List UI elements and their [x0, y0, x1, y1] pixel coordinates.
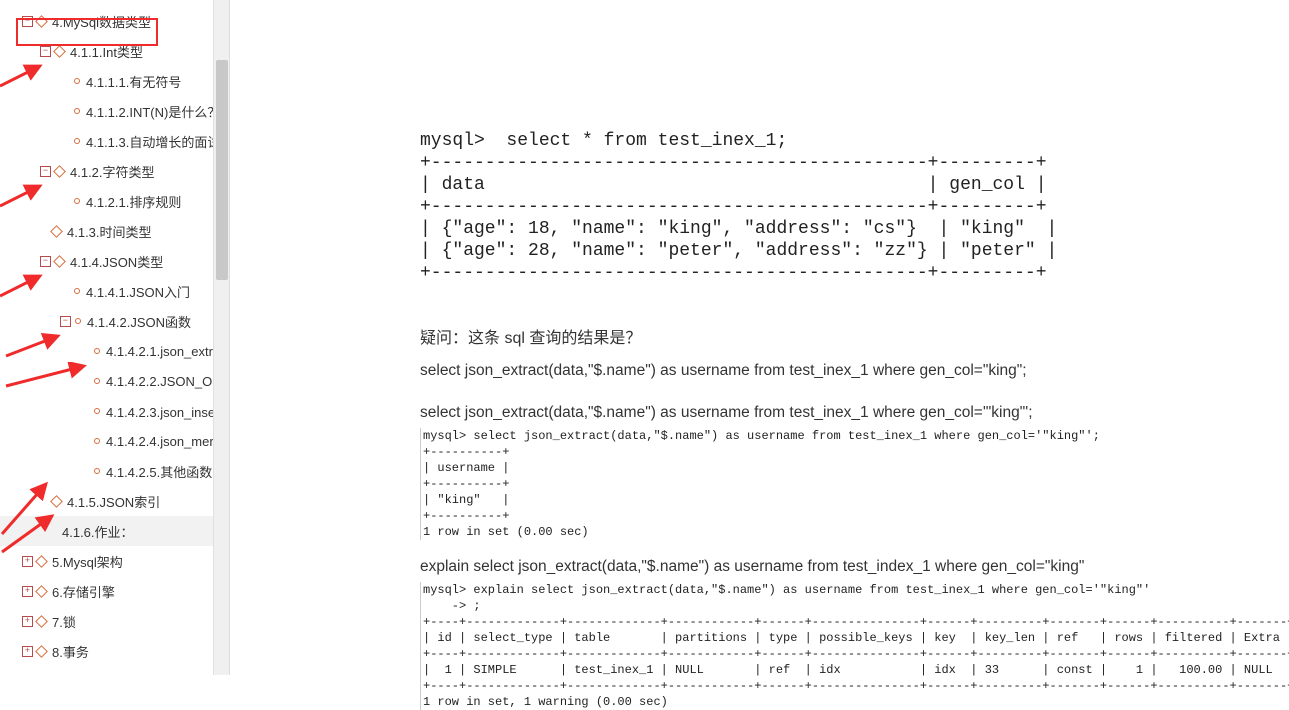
tree-item[interactable]: 5.Mysql架构 — [0, 546, 229, 576]
tree-item[interactable]: 4.1.1.Int类型 — [0, 36, 229, 66]
sql-statement-3: explain select json_extract(data,"$.name… — [420, 558, 1269, 576]
expand-icon[interactable] — [22, 616, 33, 627]
tree-item-label: 4.1.1.3.自动增长的面试题 — [86, 132, 229, 151]
sidebar-scrollbar[interactable] — [213, 0, 229, 675]
tree-item[interactable]: 7.锁 — [0, 606, 229, 636]
tree-item-label: 4.1.5.JSON索引 — [67, 492, 160, 511]
tree-item-label: 4.1.4.2.4.json_merge — [106, 434, 228, 449]
tree-item-label: 4.1.4.JSON类型 — [70, 252, 163, 271]
bullet-icon — [75, 318, 81, 324]
tree-item-label: 4.1.1.Int类型 — [70, 42, 143, 61]
collapse-icon[interactable] — [40, 166, 51, 177]
diamond-icon — [35, 15, 48, 28]
tree-item-label: 4.1.4.2.2.JSON_OBJE — [106, 374, 229, 389]
content-area: mysql> select * from test_inex_1; +-----… — [250, 0, 1289, 675]
collapse-icon[interactable] — [40, 256, 51, 267]
tree-item-label: 4.1.3.时间类型 — [67, 222, 152, 241]
tree: 4.MySql数据类型 4.1.1.Int类型 4.1.1.1.有无符号 4.1.1.… — [0, 0, 229, 666]
tree-item-label: 4.1.6.作业： — [62, 522, 134, 541]
diamond-icon — [35, 645, 48, 658]
tree-item[interactable]: 4.1.4.2.4.json_merge — [0, 426, 229, 456]
tree-item[interactable]: 4.1.1.3.自动增长的面试题 — [0, 126, 229, 156]
expand-icon[interactable] — [22, 646, 33, 657]
tree-item-label: 4.1.4.2.5.其他函数： — [106, 462, 225, 481]
tree-item[interactable]: 4.1.5.JSON索引 — [0, 486, 229, 516]
tree-item-label: 4.1.1.1.有无符号 — [86, 72, 181, 91]
tree-item-label: 4.1.4.1.JSON入门 — [86, 282, 190, 301]
sidebar: 4.MySql数据类型 4.1.1.Int类型 4.1.1.1.有无符号 4.1.1.… — [0, 0, 230, 675]
tree-item[interactable]: 4.1.4.2.1.json_extract — [0, 336, 229, 366]
tree-item[interactable]: 4.1.2.字符类型 — [0, 156, 229, 186]
tree-item-label: 4.1.2.1.排序规则 — [86, 192, 181, 211]
tree-item[interactable]: 4.1.4.2.3.json_insert 扌 — [0, 396, 229, 426]
bullet-icon — [74, 78, 80, 84]
tree-item-label: 4.1.1.2.INT(N)是什么？ — [86, 102, 220, 121]
expand-icon[interactable] — [22, 586, 33, 597]
tree-item-label: 4.1.4.2.JSON函数 — [87, 312, 191, 331]
tree-item[interactable]: 4.1.4.JSON类型 — [0, 246, 229, 276]
bullet-icon — [74, 138, 80, 144]
diamond-icon — [50, 225, 63, 238]
tree-item-label: 4.1.4.2.3.json_insert 扌 — [106, 402, 229, 421]
bullet-icon — [94, 468, 100, 474]
sql-result-block-2: mysql> select json_extract(data,"$.name"… — [420, 428, 1269, 540]
tree-item[interactable]: 8.事务 — [0, 636, 229, 666]
diamond-icon — [35, 585, 48, 598]
bullet-icon — [74, 108, 80, 114]
expand-icon[interactable] — [22, 556, 33, 567]
collapse-icon[interactable] — [40, 46, 51, 57]
bullet-icon — [94, 348, 100, 354]
tree-item-label: 7.锁 — [52, 612, 76, 631]
sql-result-block-3: mysql> explain select json_extract(data,… — [420, 582, 1269, 710]
scrollbar-thumb[interactable] — [216, 60, 228, 280]
tree-item[interactable]: 4.1.4.2.JSON函数 — [0, 306, 229, 336]
tree-item-label: 4.MySql数据类型 — [52, 12, 151, 31]
diamond-icon — [53, 165, 66, 178]
tree-item[interactable]: 4.1.4.2.5.其他函数： — [0, 456, 229, 486]
diamond-icon — [35, 615, 48, 628]
tree-item-label: 6.存储引擎 — [52, 582, 115, 601]
tree-item[interactable]: 4.MySql数据类型 — [0, 6, 229, 36]
diamond-icon — [53, 45, 66, 58]
tree-item[interactable]: 4.1.4.1.JSON入门 — [0, 276, 229, 306]
tree-item[interactable]: 4.1.1.2.INT(N)是什么？ — [0, 96, 229, 126]
bullet-icon — [94, 438, 100, 444]
tree-item-label: 4.1.2.字符类型 — [70, 162, 155, 181]
tree-item[interactable]: 4.1.4.2.2.JSON_OBJE — [0, 366, 229, 396]
tree-item-label: 8.事务 — [52, 642, 89, 661]
question-text: 疑问：这条 sql 查询的结果是？ — [420, 324, 1269, 348]
collapse-icon[interactable] — [60, 316, 71, 327]
bullet-icon — [94, 378, 100, 384]
collapse-icon[interactable] — [22, 16, 33, 27]
tree-item[interactable]: 4.1.1.1.有无符号 — [0, 66, 229, 96]
tree-item[interactable]: 4.1.6.作业： — [0, 516, 229, 546]
bullet-icon — [74, 288, 80, 294]
tree-item[interactable]: 4.1.2.1.排序规则 — [0, 186, 229, 216]
tree-item-label: 5.Mysql架构 — [52, 552, 123, 571]
diamond-icon — [50, 495, 63, 508]
diamond-icon — [35, 555, 48, 568]
bullet-icon — [94, 408, 100, 414]
bullet-icon — [74, 198, 80, 204]
tree-item[interactable]: 6.存储引擎 — [0, 576, 229, 606]
sql-result-block-1: mysql> select * from test_inex_1; +-----… — [420, 130, 1269, 284]
diamond-icon — [53, 255, 66, 268]
tree-item[interactable]: 4.1.3.时间类型 — [0, 216, 229, 246]
tree-item-label: 4.1.4.2.1.json_extract — [106, 344, 229, 359]
sql-statement-1: select json_extract(data,"$.name") as us… — [420, 362, 1269, 380]
sql-statement-2: select json_extract(data,"$.name") as us… — [420, 404, 1269, 422]
